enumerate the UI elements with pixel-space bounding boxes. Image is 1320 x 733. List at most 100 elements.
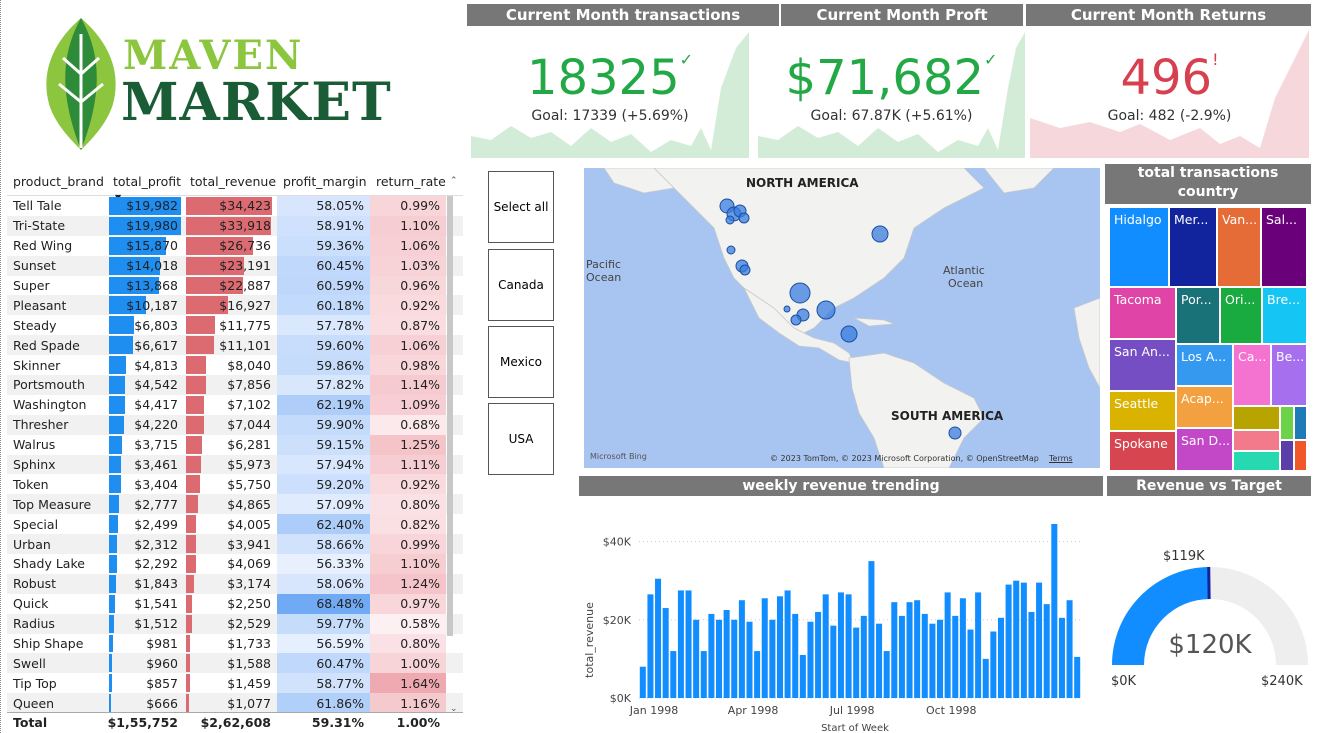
treemap-tile[interactable]: Por...	[1177, 288, 1219, 343]
treemap-tile[interactable]: Tacoma	[1110, 288, 1175, 338]
scroll-down-icon[interactable]: ⌄	[450, 704, 458, 714]
treemap-tile[interactable]: San An...	[1110, 340, 1175, 390]
slicer-usa[interactable]: USA	[488, 403, 554, 475]
revenue-bar[interactable]	[776, 596, 783, 698]
table-row[interactable]: Walrus $3,715 $6,281 59.15% 1.25%	[7, 434, 463, 455]
revenue-bar[interactable]	[784, 590, 791, 698]
table-row[interactable]: Skinner $4,813 $8,040 59.86% 0.98%	[7, 355, 463, 376]
revenue-bar[interactable]	[959, 598, 966, 698]
treemap-tile[interactable]	[1234, 407, 1279, 429]
revenue-bar[interactable]	[990, 631, 997, 698]
treemap-tile[interactable]: Van...	[1218, 208, 1260, 286]
table-row[interactable]: Portsmouth $4,542 $7,856 57.82% 1.14%	[7, 375, 463, 395]
table-row[interactable]: Top Measure $2,777 $4,865 57.09% 0.80%	[7, 494, 463, 515]
table-row[interactable]: Radius $1,512 $2,529 59.77% 0.58%	[7, 613, 463, 634]
table-row[interactable]: Washington $4,417 $7,102 62.19% 1.09%	[7, 394, 463, 415]
revenue-bar[interactable]	[1013, 580, 1020, 698]
revenue-bar[interactable]	[754, 651, 761, 698]
kpi-returns-card[interactable]: 496! Goal: 482 (-2.9%)	[1030, 28, 1309, 158]
revenue-bar[interactable]	[746, 621, 753, 698]
table-row[interactable]: Thresher $4,220 $7,044 59.90% 0.68%	[7, 414, 463, 435]
revenue-bar[interactable]	[1074, 656, 1081, 698]
treemap-tile[interactable]: Bre...	[1263, 288, 1306, 343]
revenue-gauge[interactable]: $120K $119K $0K $240K	[1105, 500, 1315, 733]
revenue-bar[interactable]	[883, 651, 890, 698]
revenue-bar[interactable]	[1051, 523, 1058, 698]
revenue-bar[interactable]	[1028, 611, 1035, 698]
table-row[interactable]: Pleasant $10,187 $16,927 60.18% 0.92%	[7, 295, 463, 316]
weekly-revenue-chart[interactable]: total_revenue Start of Week $0K $20K $40K J…	[581, 500, 1101, 733]
revenue-bar[interactable]	[1043, 604, 1050, 698]
revenue-bar[interactable]	[677, 590, 684, 698]
revenue-bar[interactable]	[670, 651, 677, 698]
table-row[interactable]: Sphinx $3,461 $5,973 57.94% 1.11%	[7, 454, 463, 475]
revenue-bar[interactable]	[997, 617, 1004, 698]
kpi-profit-card[interactable]: $71,682✓ Goal: 67.87K (+5.61%)	[758, 28, 1025, 158]
table-row[interactable]: Tell Tale $19,982 $34,423 58.05% 0.99%	[7, 196, 463, 216]
revenue-bar[interactable]	[1005, 584, 1012, 698]
revenue-bar[interactable]	[891, 602, 898, 698]
revenue-bar[interactable]	[700, 651, 707, 698]
revenue-bar[interactable]	[1036, 582, 1043, 698]
revenue-bar[interactable]	[975, 592, 982, 698]
table-row[interactable]: Token $3,404 $5,750 59.20% 0.92%	[7, 474, 463, 495]
table-row[interactable]: Special $2,499 $4,005 62.40% 0.82%	[7, 514, 463, 535]
revenue-bar[interactable]	[807, 621, 814, 698]
revenue-bar[interactable]	[639, 666, 646, 698]
revenue-bar[interactable]	[716, 619, 723, 698]
scroll-up-icon[interactable]: ⌃	[450, 176, 458, 186]
treemap-tile[interactable]	[1234, 431, 1279, 450]
table-row[interactable]: Urban $2,312 $3,941 58.66% 0.99%	[7, 534, 463, 555]
revenue-bar[interactable]	[845, 594, 852, 698]
treemap-tile[interactable]: Hidalgo	[1110, 208, 1168, 286]
treemap-tile[interactable]: Acap...	[1177, 387, 1232, 427]
revenue-bar[interactable]	[769, 619, 776, 698]
treemap-tile[interactable]	[1281, 441, 1293, 470]
table-row[interactable]: Sunset $14,018 $23,191 60.45% 1.03%	[7, 255, 463, 276]
table-row[interactable]: Super $13,868 $22,887 60.59% 0.96%	[7, 275, 463, 296]
revenue-bar[interactable]	[914, 600, 921, 698]
table-row[interactable]: Robust $1,843 $3,174 58.06% 1.24%	[7, 573, 463, 594]
treemap-tile[interactable]	[1281, 407, 1293, 439]
revenue-bar[interactable]	[815, 611, 822, 698]
treemap-tile[interactable]	[1295, 407, 1306, 439]
revenue-bar[interactable]	[830, 625, 837, 698]
table-scrollbar[interactable]	[447, 196, 453, 636]
revenue-bar[interactable]	[853, 627, 860, 698]
table-row[interactable]: Swell $960 $1,588 60.47% 1.00%	[7, 653, 463, 674]
revenue-bar[interactable]	[967, 629, 974, 698]
revenue-bar[interactable]	[647, 594, 654, 698]
treemap-tile[interactable]: Seattle	[1110, 392, 1175, 430]
col-header-total-revenue[interactable]: total_revenue	[184, 174, 277, 189]
col-header-product-brand[interactable]: product_brand	[7, 174, 107, 189]
revenue-bar[interactable]	[921, 613, 928, 698]
slicer-select-all[interactable]: Select all	[488, 171, 554, 243]
table-row[interactable]: Shady Lake $2,292 $4,069 56.33% 1.10%	[7, 554, 463, 574]
table-row[interactable]: Tip Top $857 $1,459 58.77% 1.64%	[7, 673, 463, 694]
revenue-bar[interactable]	[982, 658, 989, 698]
revenue-bar[interactable]	[937, 619, 944, 698]
revenue-bar[interactable]	[876, 623, 883, 698]
revenue-bar[interactable]	[906, 602, 913, 698]
slicer-mexico[interactable]: Mexico	[488, 326, 554, 398]
treemap-tile[interactable]	[1234, 452, 1279, 470]
map-terms-link[interactable]: Terms	[1049, 454, 1073, 463]
treemap-tile[interactable]: Be...	[1272, 345, 1306, 405]
table-row[interactable]: Tri-State $19,980 $33,918 58.91% 1.10%	[7, 215, 463, 236]
revenue-bar[interactable]	[837, 592, 844, 698]
revenue-bar[interactable]	[799, 654, 806, 698]
revenue-bar[interactable]	[693, 619, 700, 698]
col-header-return-rate[interactable]: return_rate	[370, 174, 446, 189]
revenue-bar[interactable]	[655, 578, 662, 698]
treemap-tile[interactable]: San D...	[1177, 429, 1232, 470]
revenue-bar[interactable]	[822, 594, 829, 698]
store-map[interactable]: NORTH AMERICA SOUTH AMERICA Pacific Ocea…	[584, 168, 1100, 468]
treemap-tile[interactable]: Ori...	[1221, 288, 1261, 343]
revenue-bar[interactable]	[1058, 617, 1065, 698]
treemap-tile[interactable]: Los A...	[1177, 345, 1232, 385]
revenue-bar[interactable]	[738, 600, 745, 698]
treemap-tile[interactable]	[1295, 441, 1306, 470]
revenue-bar[interactable]	[944, 592, 951, 698]
treemap-tile[interactable]: Mer...	[1170, 208, 1216, 286]
revenue-bar[interactable]	[731, 619, 738, 698]
